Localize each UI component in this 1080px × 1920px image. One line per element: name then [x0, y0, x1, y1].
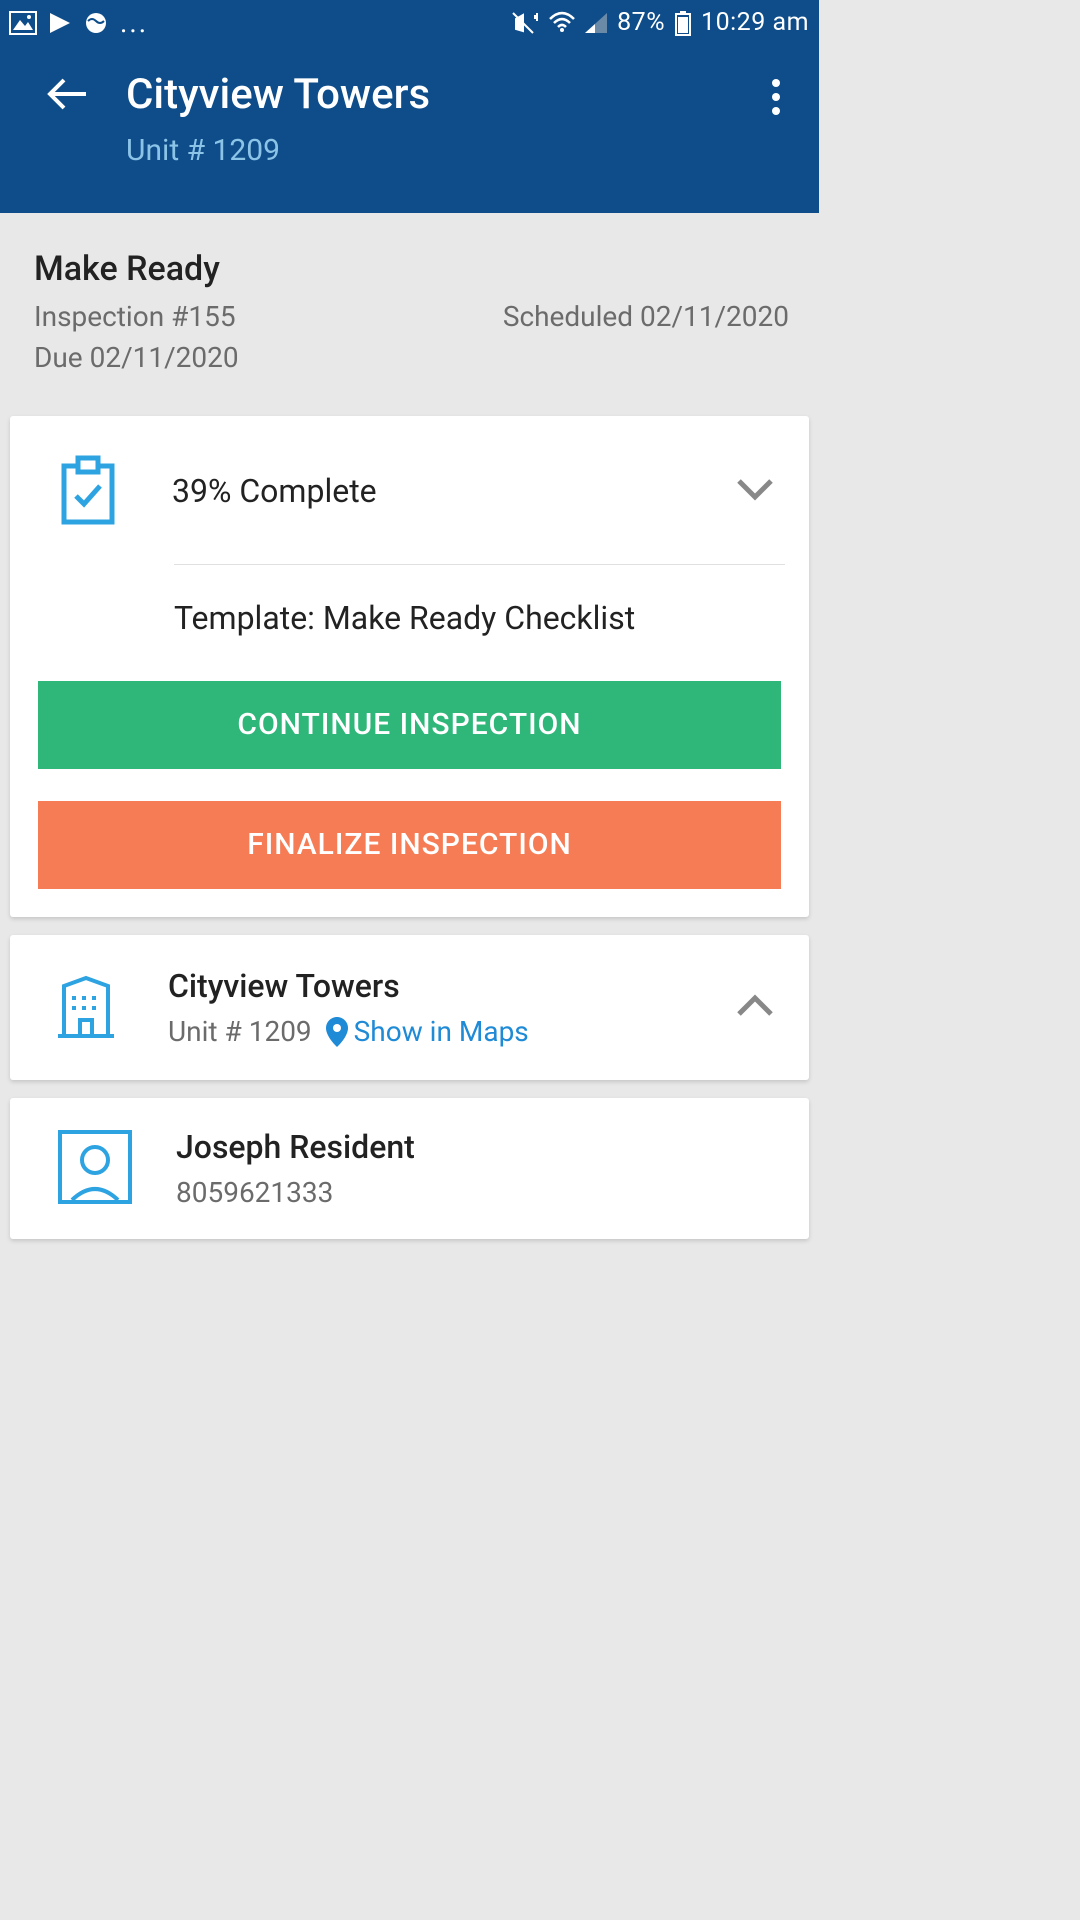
gallery-icon	[10, 12, 36, 34]
inspection-type: Make Ready	[34, 249, 789, 289]
more-menu-button[interactable]	[763, 74, 789, 124]
property-card: Cityview Towers Unit # 1209 Show in Maps	[10, 935, 809, 1080]
map-link-label: Show in Maps	[354, 1015, 529, 1048]
progress-card: 39% Complete Template: Make Ready Checkl…	[10, 416, 809, 917]
building-icon	[58, 974, 114, 1042]
inspection-due: Due 02/11/2020	[34, 338, 239, 379]
battery-icon	[675, 11, 691, 35]
property-row[interactable]: Cityview Towers Unit # 1209 Show in Maps	[34, 967, 785, 1048]
inspection-number: Inspection #155	[34, 297, 239, 338]
progress-row[interactable]: 39% Complete	[34, 454, 785, 528]
wifi-icon	[549, 13, 575, 33]
clipboard-check-icon	[58, 454, 118, 528]
chevron-down-icon	[735, 477, 775, 505]
show-in-maps-link[interactable]: Show in Maps	[326, 1015, 529, 1048]
divider	[174, 564, 785, 565]
property-unit: Unit # 1209	[168, 1015, 312, 1048]
status-right-icons: 87% 10:29 am	[511, 8, 809, 37]
ellipsis-icon: ...	[120, 6, 148, 39]
inspection-scheduled: Scheduled 02/11/2020	[503, 297, 789, 378]
page-title: Cityview Towers	[126, 70, 763, 119]
back-button[interactable]	[48, 78, 88, 114]
resident-card: Joseph Resident 8059621333	[10, 1098, 809, 1239]
page-subtitle: Unit # 1209	[126, 133, 763, 168]
globe-icon	[84, 11, 108, 35]
arrow-left-icon	[48, 78, 88, 110]
battery-percent: 87%	[617, 8, 665, 37]
progress-label: 39% Complete	[172, 472, 377, 510]
status-left-icons: ...	[10, 6, 148, 39]
vibrate-icon	[511, 11, 539, 35]
map-pin-icon	[326, 1017, 348, 1047]
property-name: Cityview Towers	[168, 967, 735, 1005]
resident-name: Joseph Resident	[176, 1128, 415, 1166]
chevron-up-icon	[735, 994, 775, 1022]
finalize-inspection-button[interactable]: FINALIZE INSPECTION	[38, 801, 781, 889]
template-label: Template: Make Ready Checklist	[174, 599, 785, 637]
resident-phone: 8059621333	[176, 1176, 415, 1209]
more-vertical-icon	[771, 78, 781, 116]
resident-row[interactable]: Joseph Resident 8059621333	[34, 1128, 785, 1209]
clock-time: 10:29 am	[701, 8, 809, 37]
inspection-header: Make Ready Inspection #155 Due 02/11/202…	[0, 213, 819, 416]
play-store-icon	[48, 11, 72, 35]
signal-icon	[585, 13, 607, 33]
person-icon	[58, 1130, 132, 1208]
app-header: Cityview Towers Unit # 1209	[0, 45, 819, 213]
status-bar: ... 87% 10:29 am	[0, 0, 819, 45]
continue-inspection-button[interactable]: CONTINUE INSPECTION	[38, 681, 781, 769]
